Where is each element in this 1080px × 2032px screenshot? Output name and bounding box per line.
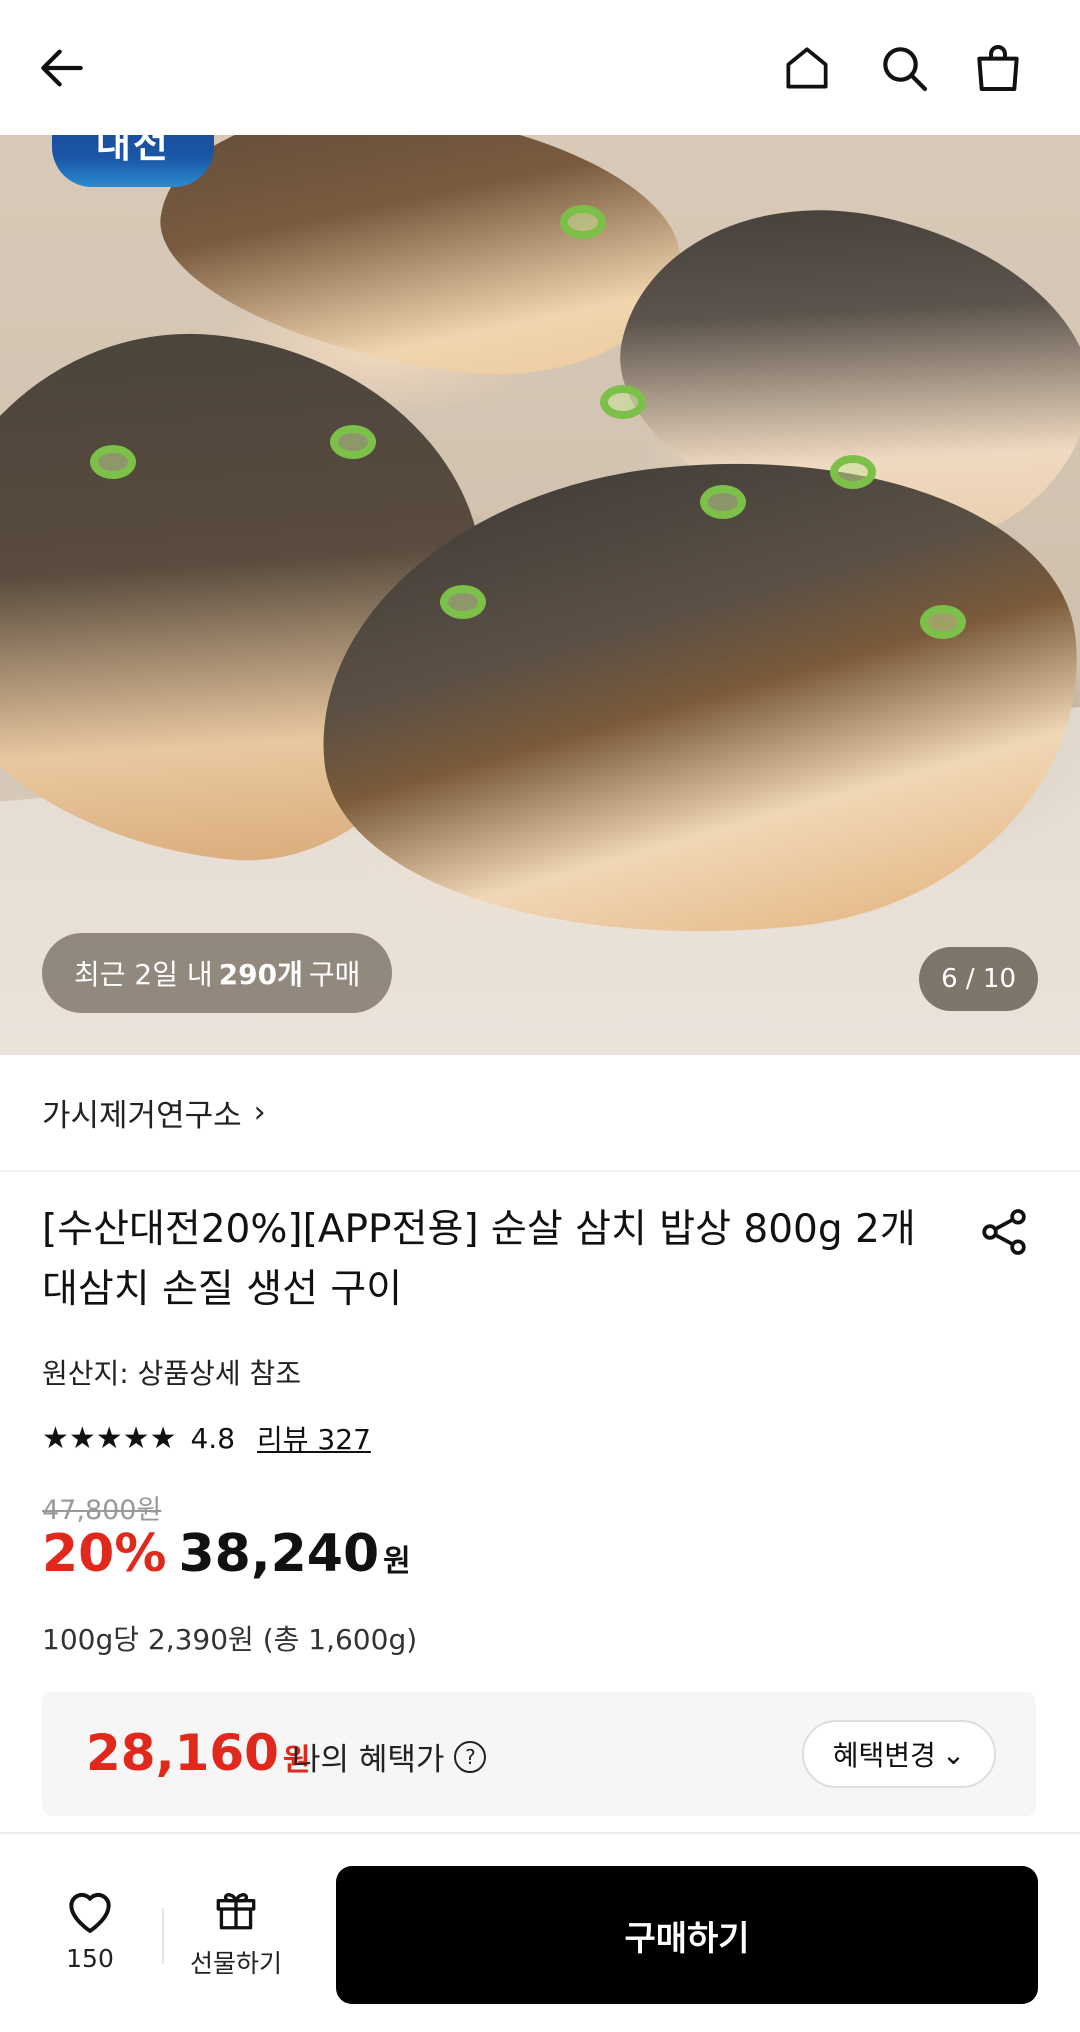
- brand-logo: 대전: [52, 135, 214, 187]
- home-icon[interactable]: [775, 36, 839, 100]
- gift-icon: [216, 1893, 256, 1930]
- share-icon[interactable]: [976, 1204, 1032, 1260]
- unit-price: 100g당 2,390원 (총 1,600g): [42, 1623, 418, 1656]
- green-onion: [90, 445, 136, 479]
- discount-rate: 20%: [42, 1524, 167, 1584]
- separator: [162, 1908, 164, 1964]
- benefit-price: 28,160 원: [86, 1724, 311, 1782]
- divider: [0, 1170, 1080, 1172]
- recent-count: 290개: [218, 958, 303, 991]
- brand-name: 가시제거연구소: [42, 1098, 242, 1134]
- chevron-right-icon: ›: [253, 1095, 266, 1130]
- green-onion: [330, 425, 376, 459]
- wish-count: 150: [66, 1944, 114, 1973]
- origin-info: 원산지: 상품상세 참조: [42, 1357, 302, 1390]
- benefit-label-text: 나의 혜택가: [292, 1742, 445, 1778]
- shopping-bag-icon[interactable]: [966, 36, 1030, 100]
- benefit-box: 28,160 원 나의 혜택가 ? 혜택변경 ⌄: [42, 1692, 1036, 1816]
- star-icon: ★★★★★: [42, 1420, 177, 1456]
- original-price: 47,800원: [42, 1495, 162, 1526]
- top-bar: [0, 0, 1080, 135]
- green-onion: [600, 385, 646, 419]
- heart-icon: [69, 1892, 111, 1933]
- brand-link[interactable]: 가시제거연구소 ›: [42, 1090, 266, 1135]
- green-onion: [830, 455, 876, 489]
- sale-price: 38,240: [178, 1524, 380, 1584]
- rating-row: ★★★★★ 4.8 리뷰 327: [42, 1418, 371, 1458]
- gift-label: 선물하기: [189, 1949, 282, 1978]
- benefit-change-label: 혜택변경: [832, 1739, 936, 1772]
- review-link[interactable]: 리뷰 327: [257, 1418, 371, 1458]
- image-page-indicator: 6 / 10: [919, 947, 1038, 1011]
- question-icon[interactable]: ?: [454, 1740, 487, 1773]
- bottom-action-bar: 150 선물하기 구매하기: [0, 1832, 1080, 2032]
- green-onion: [700, 485, 746, 519]
- recent-purchase-badge: 최근 2일 내 290개 구매: [42, 933, 393, 1013]
- search-icon[interactable]: [872, 36, 936, 100]
- benefit-change-button[interactable]: 혜택변경 ⌄: [802, 1720, 996, 1788]
- benefit-price-value: 28,160: [86, 1724, 279, 1782]
- rating-score: 4.8: [190, 1421, 236, 1455]
- product-image[interactable]: 대전 최근 2일 내 290개 구매 6 / 10: [0, 135, 1080, 1055]
- back-arrow-icon[interactable]: [30, 36, 94, 100]
- green-onion: [440, 585, 486, 619]
- chevron-down-icon: ⌄: [941, 1737, 966, 1771]
- gift-button[interactable]: 선물하기: [186, 1884, 286, 1980]
- recent-suffix: 구매: [308, 958, 361, 991]
- product-title: [수산대전20%][APP전용] 순살 삼치 밥상 800g 2개 대삼치 손질…: [42, 1207, 916, 1312]
- price-row: 20% 38,240 원: [42, 1524, 411, 1584]
- buy-button[interactable]: 구매하기: [336, 1866, 1038, 2004]
- price-unit: 원: [383, 1544, 411, 1579]
- wishlist-button[interactable]: 150: [50, 1884, 130, 1973]
- benefit-label: 나의 혜택가 ?: [292, 1734, 487, 1779]
- recent-prefix: 최근 2일 내: [74, 958, 213, 991]
- green-onion: [920, 605, 966, 639]
- green-onion: [560, 205, 606, 239]
